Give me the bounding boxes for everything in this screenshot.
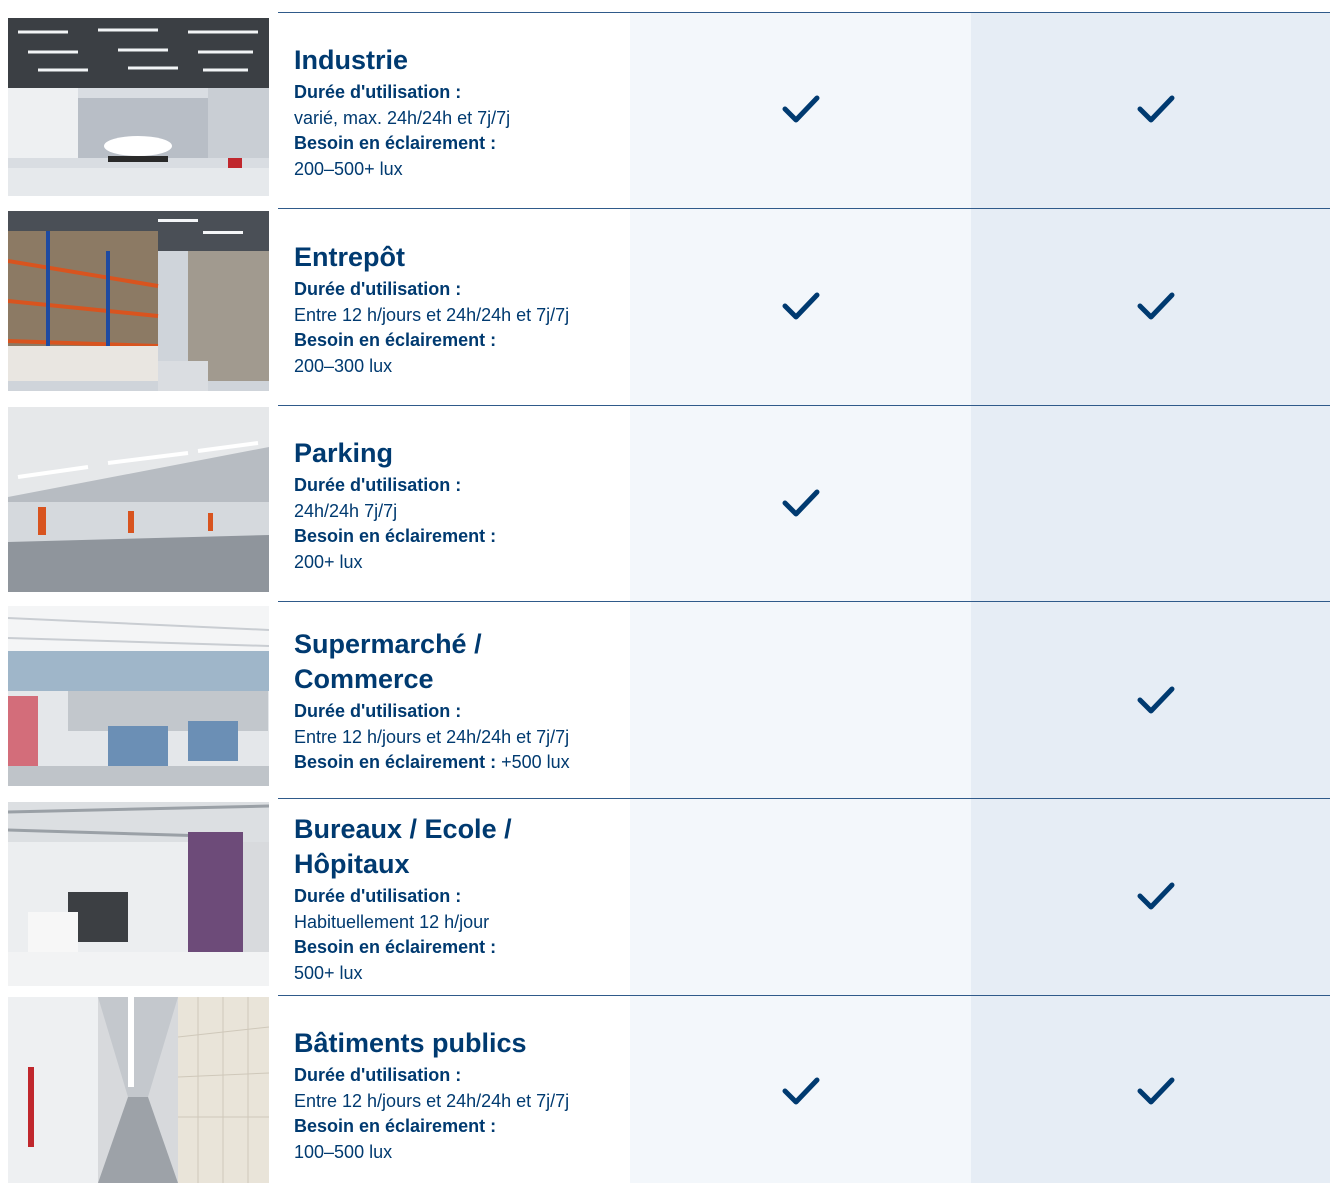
usage-label: Durée d'utilisation :	[294, 82, 462, 102]
row-text: Bâtiments publics Durée d'utilisation : …	[294, 1026, 634, 1165]
row-title: Supermarché / Commerce	[294, 627, 634, 697]
row-text: Bureaux / Ecole / Hôpitaux Durée d'utili…	[294, 812, 634, 986]
row-title-line: Hôpitaux	[294, 849, 410, 879]
usage-value: Entre 12 h/jours et 24h/24h et 7j/7j	[294, 726, 570, 747]
row-title: Entrepôt	[294, 240, 634, 275]
usage-value: Habituellement 12 h/jour	[294, 911, 490, 932]
usage-value: varié, max. 24h/24h et 7j/7j	[294, 107, 511, 128]
row-title-line: Bâtiments publics	[294, 1028, 527, 1058]
row-title: Bureaux / Ecole / Hôpitaux	[294, 812, 634, 882]
row-title-line: Industrie	[294, 45, 409, 75]
checkmark-icon	[781, 291, 821, 321]
checkmark-icon	[781, 1076, 821, 1106]
row-title: Bâtiments publics	[294, 1026, 634, 1061]
row-text: Parking Durée d'utilisation : 24h/24h 7j…	[294, 436, 634, 575]
industrial-hall-photo	[8, 18, 269, 196]
light-label: Besoin en éclairement :	[294, 1116, 497, 1136]
usage-label: Durée d'utilisation :	[294, 886, 462, 906]
row-text: Industrie Durée d'utilisation : varié, m…	[294, 43, 634, 182]
row-title-line: Bureaux / Ecole /	[294, 814, 512, 844]
light-label: Besoin en éclairement :	[294, 937, 497, 957]
row-divider	[278, 601, 1330, 602]
row-divider	[278, 208, 1330, 209]
checkmark-icon	[1136, 291, 1176, 321]
row-title-line: Parking	[294, 438, 394, 468]
supermarket-photo	[8, 606, 269, 786]
row-divider	[278, 12, 1330, 13]
usage-value: Entre 12 h/jours et 24h/24h et 7j/7j	[294, 1090, 570, 1111]
row-divider	[278, 405, 1330, 406]
row-text: Supermarché / Commerce Durée d'utilisati…	[294, 627, 634, 776]
office-lobby-photo	[8, 802, 269, 986]
row-text: Entrepôt Durée d'utilisation : Entre 12 …	[294, 240, 634, 379]
checkmark-icon	[781, 94, 821, 124]
parking-garage-photo	[8, 407, 269, 592]
row-title-line: Supermarché /	[294, 629, 482, 659]
usage-label: Durée d'utilisation :	[294, 475, 462, 495]
usage-label: Durée d'utilisation :	[294, 701, 462, 721]
light-value: 200–300 lux	[294, 355, 393, 376]
usage-value: Entre 12 h/jours et 24h/24h et 7j/7j	[294, 304, 570, 325]
row-divider	[278, 798, 1330, 799]
light-label: Besoin en éclairement :	[294, 330, 497, 350]
application-table: Industrie Durée d'utilisation : varié, m…	[0, 0, 1330, 1183]
column-a-background	[630, 12, 971, 1183]
warehouse-photo	[8, 211, 269, 391]
row-title: Parking	[294, 436, 634, 471]
public-corridor-photo	[8, 997, 269, 1183]
usage-label: Durée d'utilisation :	[294, 1065, 462, 1085]
light-label: Besoin en éclairement :	[294, 752, 497, 772]
light-label: Besoin en éclairement :	[294, 133, 497, 153]
checkmark-icon	[781, 488, 821, 518]
light-label: Besoin en éclairement :	[294, 526, 497, 546]
row-title-line: Entrepôt	[294, 242, 405, 272]
light-line: Besoin en éclairement : +500 lux	[294, 750, 634, 776]
usage-value: 24h/24h 7j/7j	[294, 500, 398, 521]
light-value: +500 lux	[501, 752, 570, 772]
light-value: 100–500 lux	[294, 1141, 393, 1162]
column-b-background	[971, 12, 1330, 1183]
row-title-line: Commerce	[294, 664, 434, 694]
row-title: Industrie	[294, 43, 634, 78]
checkmark-icon	[1136, 685, 1176, 715]
light-value: 500+ lux	[294, 962, 363, 983]
light-value: 200+ lux	[294, 551, 363, 572]
row-divider	[278, 995, 1330, 996]
checkmark-icon	[1136, 881, 1176, 911]
usage-label: Durée d'utilisation :	[294, 279, 462, 299]
light-value: 200–500+ lux	[294, 158, 403, 179]
checkmark-icon	[1136, 94, 1176, 124]
checkmark-icon	[1136, 1076, 1176, 1106]
